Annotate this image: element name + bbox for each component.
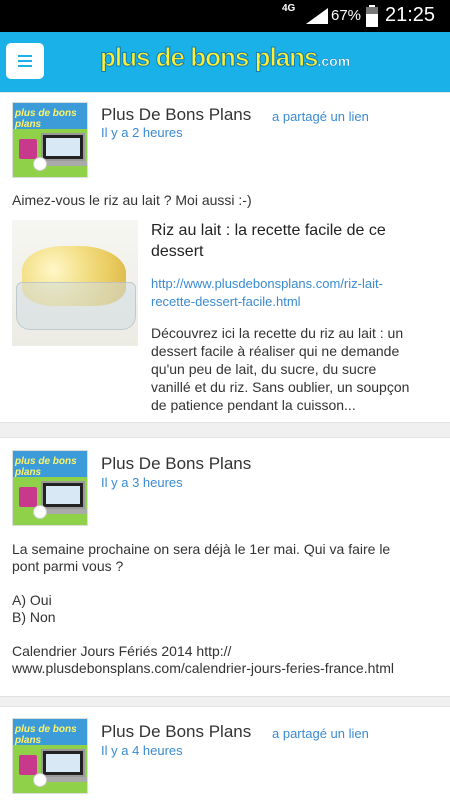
avatar[interactable]: plus de bons plans [12, 450, 88, 526]
laptop-icon [41, 749, 85, 777]
post-text: La semaine prochaine on sera déjà le 1er… [12, 541, 394, 677]
link-description-line: dessert facile à réaliser qui ne demande [151, 343, 400, 359]
post-text-line [12, 575, 394, 592]
post-time[interactable]: Il y a 3 heures [101, 475, 183, 490]
link-title-line: dessert [151, 243, 204, 260]
post-text: Aimez-vous le riz au lait ? Moi aussi :-… [12, 192, 252, 208]
avatar-badge-icon [33, 773, 47, 787]
battery-icon [366, 5, 378, 27]
link-title[interactable]: Riz au lait : la recette facile de ce de… [151, 220, 386, 262]
laptop-screen [46, 486, 80, 504]
hamburger-line [18, 65, 32, 67]
hamburger-line [18, 60, 32, 62]
laptop-screen [46, 138, 80, 156]
post-author[interactable]: Plus De Bons Plans [101, 105, 251, 125]
shopping-bag-icon [19, 487, 37, 507]
avatar-badge-icon [33, 505, 47, 519]
avatar[interactable]: plus de bons plans [12, 718, 88, 794]
status-bar: 4G 67% 21:25 [0, 0, 450, 32]
link-description-line: Découvrez ici la recette du riz au lait … [151, 325, 404, 341]
shopping-bag-icon [19, 139, 37, 159]
post-text-line: pont parmi vous ? [12, 558, 124, 574]
post-text-line: La semaine prochaine on sera déjà le 1er… [12, 541, 391, 557]
logo-domain: .com [317, 53, 351, 69]
post-text-line: A) Oui [12, 592, 52, 608]
link-url-line: http://www.plusdebonsplans.com/riz-lait- [151, 276, 383, 291]
link-description-line: qu'un peu de lait, du sucre, du sucre [151, 361, 377, 377]
link-title-line: Riz au lait : la recette facile de ce [151, 222, 386, 239]
avatar-badge-icon [33, 157, 47, 171]
avatar[interactable]: plus de bons plans [12, 102, 88, 178]
link-description-line: vanillé et du riz. Sans oublier, un soup… [151, 379, 410, 395]
post-time[interactable]: Il y a 4 heures [101, 743, 183, 758]
laptop-screen [46, 754, 80, 772]
shopping-bag-icon [19, 755, 37, 775]
clock: 21:25 [385, 4, 436, 26]
hamburger-menu-icon [18, 55, 32, 57]
site-logo[interactable]: plus de bons plans.com [99, 42, 351, 82]
link-description: Découvrez ici la recette du riz au lait … [151, 324, 409, 414]
laptop-icon [41, 481, 85, 509]
link-thumbnail[interactable] [12, 220, 138, 346]
app-header: plus de bons plans.com [0, 32, 450, 92]
avatar-logo-text: plus de bons plans [15, 724, 77, 746]
avatar-logo-text: plus de bons plans [15, 456, 77, 478]
post-text-line [12, 626, 394, 643]
post-card: plus de bons plans Plus De Bons Plans a … [0, 92, 450, 423]
post-time[interactable]: Il y a 2 heures [101, 125, 183, 140]
link-url-line: recette-dessert-facile.html [151, 294, 301, 309]
link-url[interactable]: http://www.plusdebonsplans.com/riz-lait-… [151, 275, 383, 311]
post-card: plus de bons plans Plus De Bons Plans Il… [0, 437, 450, 697]
post-text-line: Calendrier Jours Fériés 2014 http:// [12, 643, 232, 659]
battery-percent: 67% [331, 7, 362, 24]
logo-text: plus de bons plans [99, 42, 318, 73]
post-card: plus de bons plans Plus De Bons Plans a … [0, 706, 450, 800]
post-author[interactable]: Plus De Bons Plans [101, 454, 251, 474]
menu-button[interactable] [6, 43, 44, 79]
network-type: 4G [282, 3, 296, 14]
post-action: a partagé un lien [272, 109, 369, 124]
bowl-image [16, 282, 136, 330]
post-author[interactable]: Plus De Bons Plans [101, 722, 251, 742]
laptop-icon [41, 133, 85, 161]
link-description-line: de patience pendant la cuisson... [151, 397, 356, 413]
post-text-line[interactable]: www.plusdebonsplans.com/calendrier-jours… [12, 660, 394, 677]
post-text-line: B) Non [12, 609, 56, 625]
post-action: a partagé un lien [272, 726, 369, 741]
signal-icon [306, 8, 328, 24]
avatar-logo-text: plus de bons plans [15, 108, 77, 130]
